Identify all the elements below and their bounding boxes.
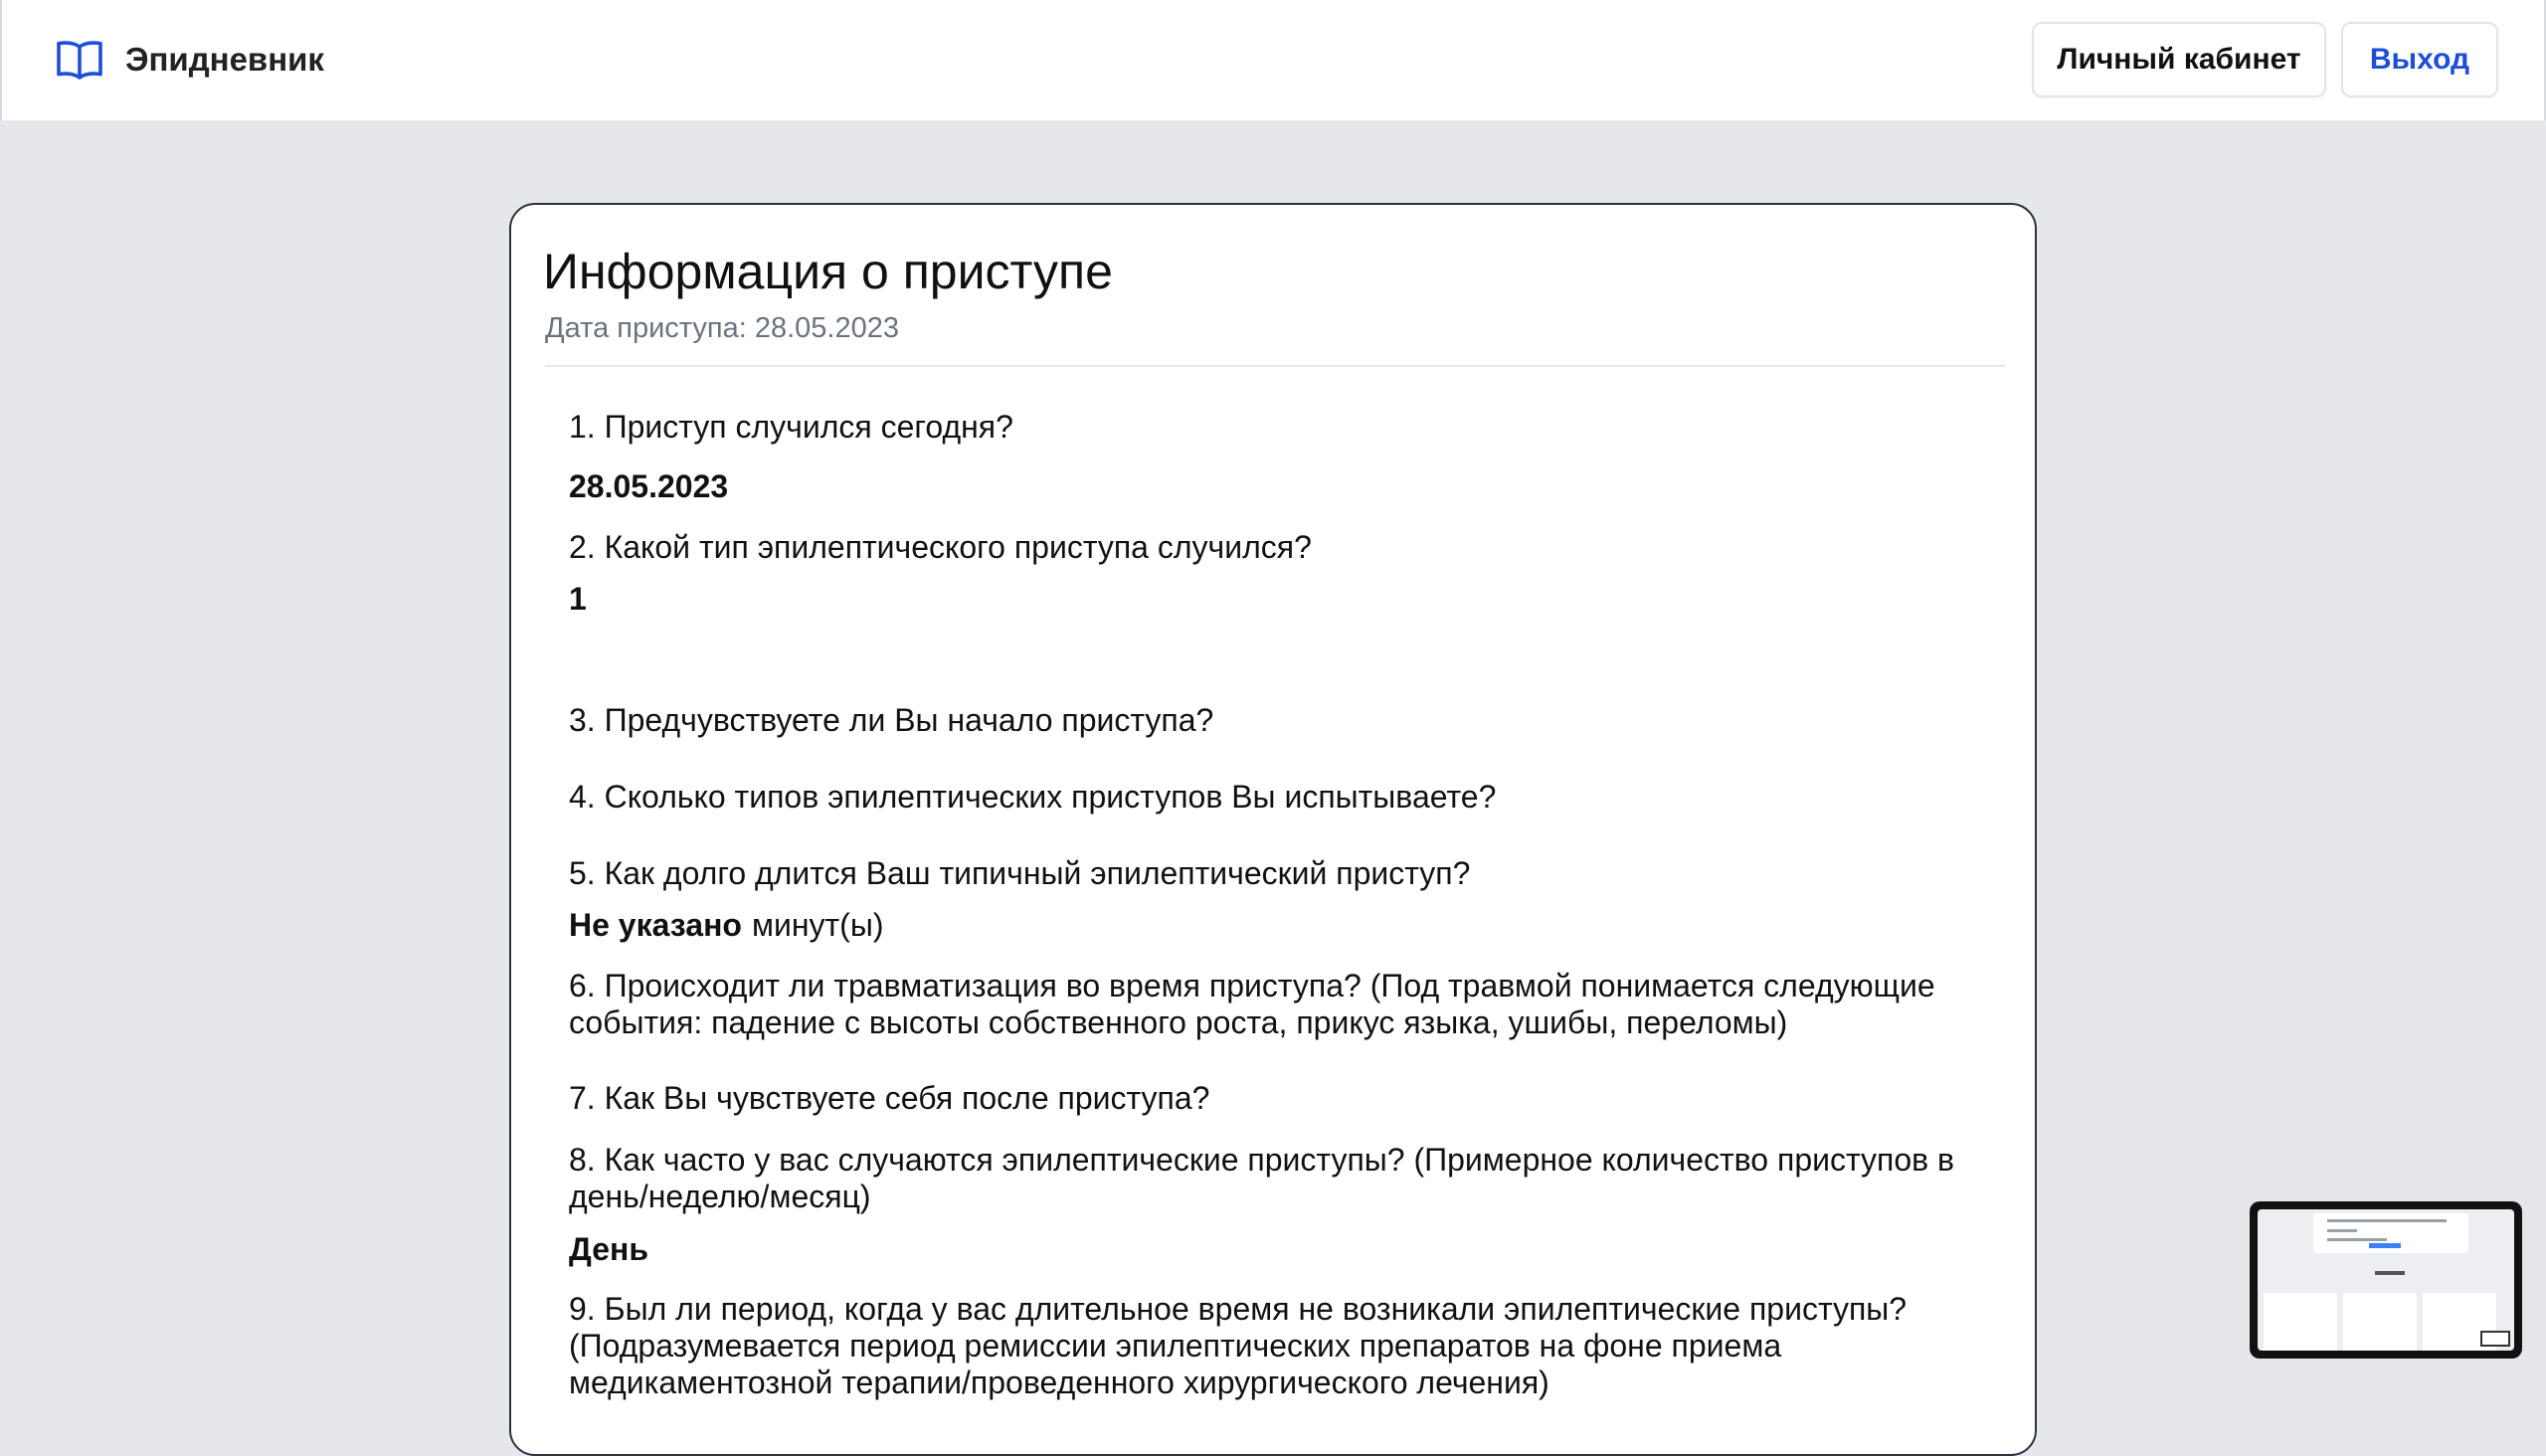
top-navbar: Эпидневник Личный кабинет Выход — [0, 0, 2546, 120]
question-block-3: 3. Предчувствуете ли Вы начало приступа? — [569, 702, 1981, 739]
question-block-9: 9. Был ли период, когда у вас длительное… — [569, 1291, 1981, 1401]
preview-column — [2343, 1293, 2417, 1351]
question-text: 9. Был ли период, когда у вас длительное… — [569, 1291, 1908, 1400]
answer-block-5: Не указано минут(ы) — [569, 907, 1981, 944]
question-block-6: 6. Происходит ли травматизация во время … — [569, 968, 1981, 1041]
question-text: 4. Сколько типов эпилептических приступо… — [569, 779, 1497, 815]
brand-name: Эпидневник — [125, 41, 324, 78]
preview-button — [2369, 1243, 2401, 1248]
preview-corner-frame — [2480, 1331, 2510, 1347]
answer-block-2: 1 — [569, 581, 1981, 618]
answer-text: 1 — [569, 581, 587, 617]
page-title: Информация о приступе — [543, 244, 1113, 299]
seizure-date: Дата приступа: 28.05.2023 — [545, 312, 900, 344]
question-block-5: 5. Как долго длится Ваш типичный эпилепт… — [569, 855, 1981, 892]
question-text: 8. Как часто у вас случаются эпилептичес… — [569, 1142, 1955, 1214]
answer-block-1: 28.05.2023 — [569, 468, 1981, 505]
screen-preview-thumbnail[interactable] — [2250, 1201, 2522, 1359]
question-text: 6. Происходит ли травматизация во время … — [569, 968, 1935, 1040]
question-block-4: 4. Сколько типов эпилептических приступо… — [569, 779, 1981, 816]
seizure-info-card: Информация о приступе Дата приступа: 28.… — [509, 203, 2037, 1456]
preview-heading — [2375, 1271, 2405, 1275]
question-text: 2. Какой тип эпилептического приступа сл… — [569, 529, 1312, 565]
answer-text: День — [569, 1231, 648, 1267]
question-block-7: 7. Как Вы чувствуете себя после приступа… — [569, 1080, 1981, 1117]
answer-text: 28.05.2023 — [569, 468, 729, 504]
logout-button[interactable]: Выход — [2341, 22, 2498, 97]
question-text: 3. Предчувствуете ли Вы начало приступа? — [569, 702, 1214, 738]
question-block-2: 2. Какой тип эпилептического приступа сл… — [569, 529, 1981, 566]
question-text: 5. Как долго длится Ваш типичный эпилепт… — [569, 855, 1471, 891]
preview-screen — [2258, 1209, 2514, 1351]
preview-column — [2264, 1293, 2337, 1351]
answer-text: Не указано — [569, 907, 742, 943]
brand-link[interactable]: Эпидневник — [56, 36, 324, 84]
open-book-icon — [56, 38, 103, 82]
question-block-8: 8. Как часто у вас случаются эпилептичес… — [569, 1142, 1981, 1215]
answer-block-8: День — [569, 1231, 1981, 1268]
divider — [545, 365, 2005, 367]
question-text: 7. Как Вы чувствуете себя после приступа… — [569, 1080, 1210, 1116]
answer-unit: минут(ы) — [751, 907, 884, 943]
personal-cabinet-button[interactable]: Личный кабинет — [2032, 22, 2326, 97]
question-block-1: 1. Приступ случился сегодня? — [569, 409, 1981, 446]
question-text: 1. Приступ случился сегодня? — [569, 409, 1013, 445]
